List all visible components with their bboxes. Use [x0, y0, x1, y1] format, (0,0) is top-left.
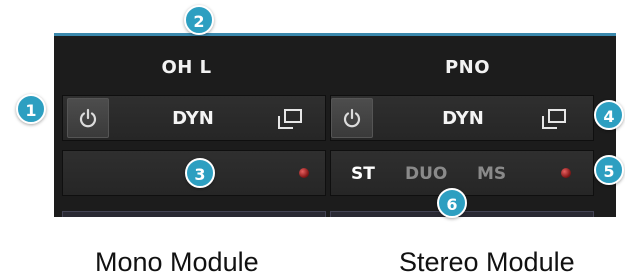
stereo-module-caption: Stereo Module: [399, 247, 575, 277]
stereo-power-button[interactable]: [331, 98, 373, 138]
mono-module-type-label: DYN: [172, 108, 214, 129]
mono-module-caption: Mono Module: [95, 247, 259, 277]
stereo-mode-row: ST DUO MS: [330, 150, 594, 196]
window-icon[interactable]: [277, 108, 303, 130]
mono-track-name: OH L: [161, 57, 212, 78]
callout-5: 5: [594, 155, 624, 185]
stereo-led-indicator: [561, 168, 571, 178]
mono-header-row: DYN: [62, 95, 326, 141]
mono-next-row: [62, 211, 326, 217]
stereo-module-type-label: DYN: [442, 108, 484, 129]
selection-accent-line: [54, 33, 616, 36]
mode-ms-button[interactable]: MS: [477, 151, 506, 197]
callout-4: 4: [594, 100, 624, 130]
mono-led-indicator: [299, 168, 309, 178]
plugin-panel: OH L DYN PNO DYN ST DUO MS: [54, 33, 616, 217]
stereo-track-name: PNO: [444, 57, 491, 78]
callout-2: 2: [184, 5, 214, 35]
callout-6: 6: [437, 188, 467, 218]
callout-1: 1: [16, 94, 46, 124]
mode-duo-button[interactable]: DUO: [405, 151, 447, 197]
power-icon: [79, 108, 97, 128]
mono-power-button[interactable]: [67, 98, 109, 138]
stereo-header-row: DYN: [330, 95, 594, 141]
power-icon: [343, 108, 361, 128]
window-icon[interactable]: [541, 108, 567, 130]
mode-st-button[interactable]: ST: [351, 151, 375, 197]
callout-3: 3: [185, 158, 215, 188]
